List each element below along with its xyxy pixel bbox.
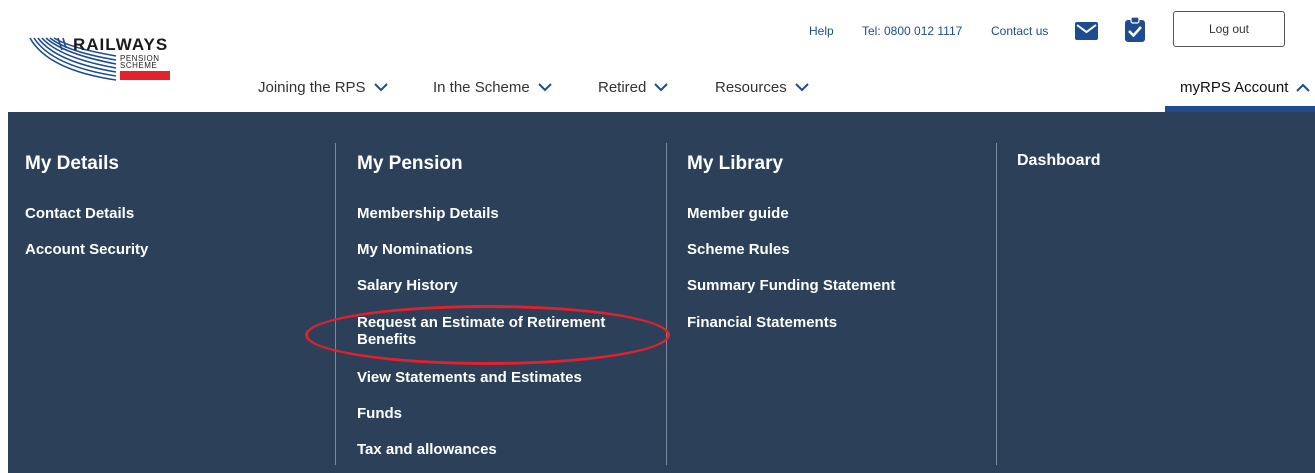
chevron-down-icon xyxy=(794,83,809,92)
log-out-button[interactable]: Log out xyxy=(1173,11,1285,47)
chevron-down-icon xyxy=(373,83,388,92)
view-statements-link[interactable]: View Statements and Estimates xyxy=(357,369,582,386)
my-details-heading: My Details xyxy=(25,153,119,174)
account-security-link[interactable]: Account Security xyxy=(25,241,148,258)
member-guide-link[interactable]: Member guide xyxy=(687,205,789,222)
nav-label: myRPS Account xyxy=(1180,79,1289,96)
logo-subtitle-scheme: SCHEME xyxy=(120,61,158,70)
financial-statements-link[interactable]: Financial Statements xyxy=(687,314,837,331)
site-header: RAILWAYS PENSION SCHEME Help Tel: 0800 0… xyxy=(0,0,1315,112)
account-mega-menu: My Details Contact Details Account Secur… xyxy=(8,112,1315,473)
telephone-link[interactable]: Tel: 0800 012 1117 xyxy=(862,24,962,38)
scheme-rules-link[interactable]: Scheme Rules xyxy=(687,241,790,258)
nav-joining-the-rps[interactable]: Joining the RPS xyxy=(258,79,388,96)
funds-link[interactable]: Funds xyxy=(357,405,402,422)
nav-label: In the Scheme xyxy=(433,79,530,96)
nav-in-the-scheme[interactable]: In the Scheme xyxy=(433,79,552,96)
red-annotation-ellipse xyxy=(305,305,670,365)
nav-myrps-account[interactable]: myRPS Account xyxy=(1180,79,1311,96)
salary-history-link[interactable]: Salary History xyxy=(357,277,458,294)
contact-details-link[interactable]: Contact Details xyxy=(25,205,134,222)
my-library-heading: My Library xyxy=(687,153,784,174)
logo-red-bar xyxy=(120,71,170,80)
my-nominations-link[interactable]: My Nominations xyxy=(357,241,473,258)
nav-label: Joining the RPS xyxy=(258,79,366,96)
summary-funding-link[interactable]: Summary Funding Statement xyxy=(687,277,895,294)
nav-resources[interactable]: Resources xyxy=(715,79,809,96)
tax-allowances-link[interactable]: Tax and allowances xyxy=(357,441,497,458)
my-pension-heading: My Pension xyxy=(357,153,463,174)
chevron-up-icon xyxy=(1296,83,1311,92)
chevron-down-icon xyxy=(654,83,669,92)
help-link[interactable]: Help xyxy=(809,24,834,38)
column-divider xyxy=(996,143,997,465)
column-divider xyxy=(335,143,336,465)
nav-label: Retired xyxy=(598,79,647,96)
clipboard-check-icon[interactable] xyxy=(1124,16,1146,43)
nav-retired[interactable]: Retired xyxy=(598,79,669,96)
rps-logo[interactable]: RAILWAYS PENSION SCHEME xyxy=(28,30,178,100)
chevron-down-icon xyxy=(538,83,552,92)
membership-details-link[interactable]: Membership Details xyxy=(357,205,499,222)
contact-us-link[interactable]: Contact us xyxy=(991,24,1048,38)
column-divider xyxy=(666,143,667,465)
mail-icon[interactable] xyxy=(1075,22,1098,40)
nav-label: Resources xyxy=(715,79,787,96)
logo-wordmark: RAILWAYS xyxy=(73,35,169,54)
dashboard-link[interactable]: Dashboard xyxy=(1017,152,1101,170)
